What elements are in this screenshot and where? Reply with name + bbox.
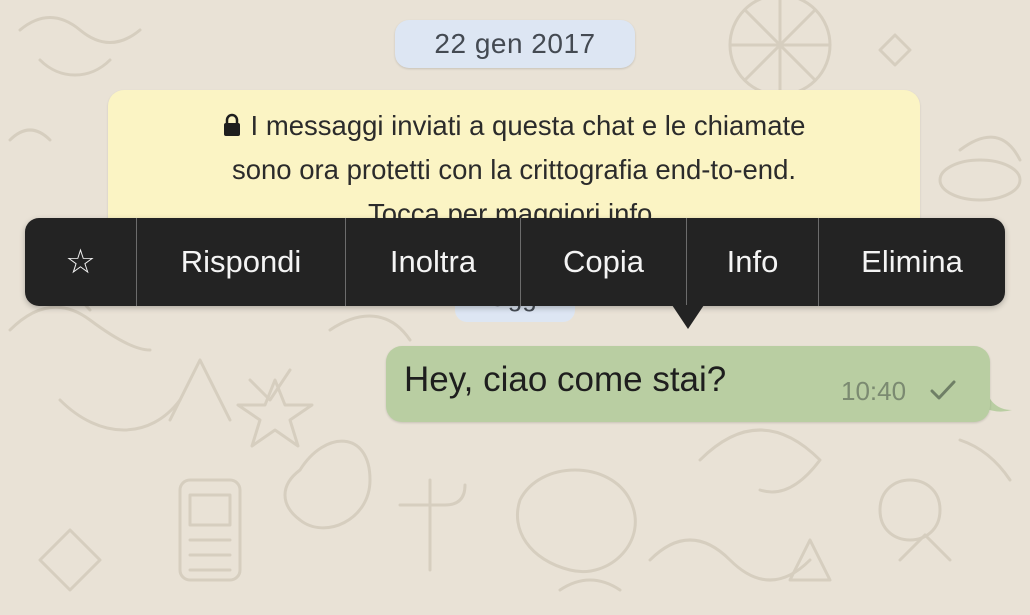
menu-pointer-arrow bbox=[672, 305, 704, 329]
single-check-icon bbox=[930, 380, 956, 400]
date-header: 22 gen 2017 bbox=[395, 20, 635, 68]
message-context-menu: ☆ Rispondi Inoltra Copia Info Elimina bbox=[25, 218, 1005, 306]
star-button[interactable]: ☆ bbox=[25, 218, 136, 306]
star-icon: ☆ bbox=[65, 243, 96, 281]
encryption-notice-line1: I messaggi inviati a questa chat e le ch… bbox=[108, 104, 920, 148]
info-button[interactable]: Info bbox=[686, 218, 818, 306]
message-text: Hey, ciao come stai? bbox=[404, 360, 727, 399]
copy-button[interactable]: Copia bbox=[520, 218, 686, 306]
reply-button[interactable]: Rispondi bbox=[136, 218, 345, 306]
encryption-notice-text1: I messaggi inviati a questa chat e le ch… bbox=[250, 110, 806, 141]
delete-button[interactable]: Elimina bbox=[818, 218, 1005, 306]
encryption-notice-line2: sono ora protetti con la crittografia en… bbox=[231, 154, 797, 185]
message-time: 10:40 bbox=[841, 376, 907, 406]
lock-icon bbox=[223, 113, 240, 136]
forward-button[interactable]: Inoltra bbox=[345, 218, 520, 306]
outgoing-message-bubble[interactable]: Hey, ciao come stai? 10:40 bbox=[386, 346, 990, 422]
